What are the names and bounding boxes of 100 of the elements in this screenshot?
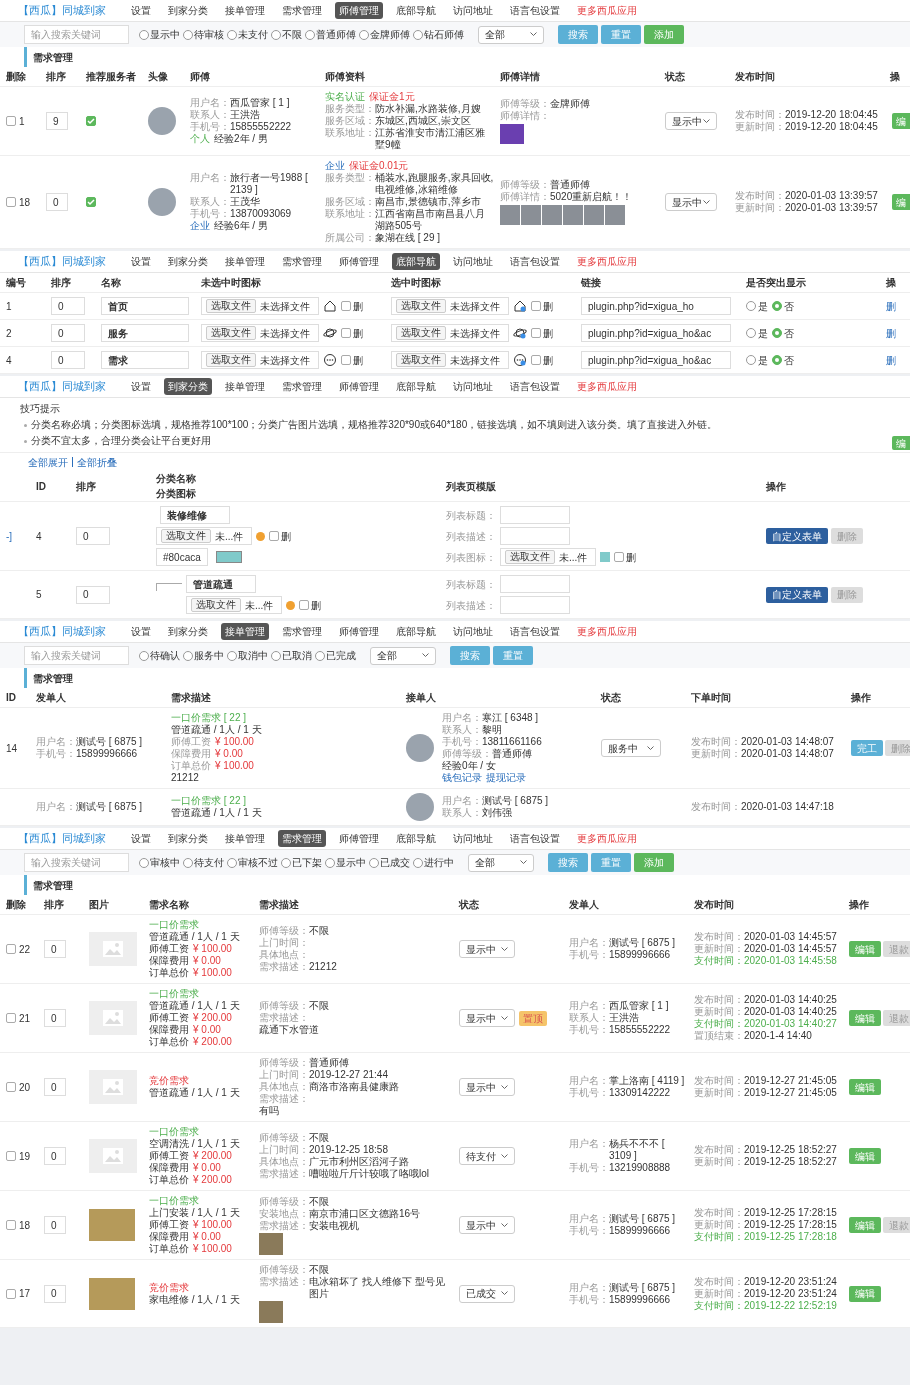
file-field[interactable]: 选取文件 未...件 [186,596,283,614]
radio-button[interactable] [281,857,291,868]
color-field[interactable]: #80caca [156,548,208,566]
radio-button[interactable] [305,29,315,40]
nav-tab[interactable]: 底部导航 [392,378,440,395]
nav-tab[interactable]: 师傅管理 [335,830,383,847]
checkbox[interactable] [86,197,96,207]
sort-field[interactable]: 0 [44,1284,66,1303]
radio-button[interactable] [772,355,782,365]
nav-tab[interactable]: 访问地址 [449,378,497,395]
sort-field[interactable]: 0 [51,324,85,342]
radio-button[interactable] [369,857,379,868]
checkbox[interactable] [6,116,16,126]
nav-tab[interactable]: 访问地址 [449,830,497,847]
file-field[interactable]: 选取文件 未选择文件 [391,351,509,369]
sort-field[interactable]: 0 [44,1147,66,1165]
sort-field[interactable]: 0 [44,940,66,958]
search-field[interactable]: 输入搜索关键词 [24,853,129,872]
nav-tab[interactable]: 设置 [127,830,155,847]
nav-tab[interactable]: 到家分类 [164,623,212,640]
nav-tab[interactable]: 设置 [127,2,155,19]
nav-tab[interactable]: 到家分类 [164,2,212,19]
nav-tab[interactable]: 更多西瓜应用 [573,2,641,19]
radio-button[interactable] [746,355,756,365]
status-dropdown[interactable]: 显示中 [459,1078,515,1096]
delete-link[interactable]: 删 [886,352,896,368]
nav-tab[interactable]: 更多西瓜应用 [573,253,641,270]
choose-file-button[interactable]: 选取文件 [191,598,241,612]
nav-tab[interactable]: 接单管理 [221,830,269,847]
nav-tab[interactable]: 访问地址 [449,253,497,270]
choose-file-button[interactable]: 选取文件 [505,550,555,564]
radio-button[interactable] [746,301,756,311]
choose-file-button[interactable]: 选取文件 [206,353,256,367]
radio-button[interactable] [183,29,193,40]
checkbox[interactable] [299,600,310,610]
nav-tab[interactable]: 更多西瓜应用 [573,830,641,847]
radio-button[interactable] [315,650,325,661]
nav-tab[interactable]: 师傅管理 [335,378,383,395]
choose-file-button[interactable]: 选取文件 [161,529,211,543]
delete-link[interactable]: 删 [886,298,896,314]
record-link[interactable]: 钱包记录 [442,772,482,784]
status-dropdown[interactable]: 服务中 [601,739,661,757]
nav-tab[interactable]: 语言包设置 [506,253,564,270]
radio-button[interactable] [227,29,237,40]
nav-tab[interactable]: 到家分类 [164,830,212,847]
custom-form-button[interactable]: 自定义表单 [766,586,828,603]
nav-tab[interactable]: 设置 [127,253,155,270]
status-dropdown[interactable]: 全部 [478,25,544,44]
nav-tab[interactable]: 访问地址 [449,2,497,19]
color-swatch[interactable] [215,551,242,563]
checkbox[interactable] [6,1082,16,1092]
file-field[interactable]: 选取文件 未选择文件 [391,324,509,342]
status-dropdown[interactable]: 显示中 [459,940,515,958]
choose-file-button[interactable]: 选取文件 [206,326,256,340]
nav-tab[interactable]: 到家分类 [164,253,212,270]
nav-tab[interactable]: 师傅管理 [335,253,383,270]
nav-tab[interactable]: 设置 [127,378,155,395]
input-field[interactable] [500,527,570,545]
choose-file-button[interactable]: 选取文件 [396,353,446,367]
nav-tab[interactable]: 接单管理 [221,623,269,640]
status-dropdown[interactable]: 待支付 [459,1147,515,1165]
radio-button[interactable] [271,29,281,40]
nav-tab[interactable]: 更多西瓜应用 [573,378,641,395]
file-field[interactable]: 选取文件 未...件 [500,548,597,566]
nav-tab[interactable]: 接单管理 [221,253,269,270]
status-dropdown[interactable]: 全部 [370,646,436,665]
radio-button[interactable] [183,857,193,868]
sort-field[interactable]: 0 [51,297,85,315]
nav-tab[interactable]: 底部导航 [392,623,440,640]
radio-button[interactable] [227,650,237,661]
checkbox[interactable] [614,552,625,562]
nav-tab[interactable]: 需求管理 [278,830,326,847]
input-field[interactable] [500,596,570,614]
expand-all-link[interactable]: 全部展开 [28,454,68,470]
checkbox[interactable] [341,328,351,338]
checkbox[interactable] [531,355,541,365]
sort-field[interactable]: 0 [44,1216,66,1234]
category-name-field[interactable]: 装修维修 [160,506,230,524]
checkbox[interactable] [341,355,351,365]
radio-button[interactable] [139,650,149,661]
radio-button[interactable] [183,650,193,661]
name-field[interactable]: 需求 [101,351,189,369]
checkbox[interactable] [6,1013,16,1023]
nav-tab[interactable]: 底部导航 [392,830,440,847]
radio-button[interactable] [139,857,149,868]
file-field[interactable]: 选取文件 未选择文件 [201,297,319,315]
nav-tab[interactable]: 底部导航 [392,253,440,270]
checkbox[interactable] [531,328,541,338]
checkbox[interactable] [6,197,16,207]
radio-button[interactable] [271,650,281,661]
nav-tab[interactable]: 底部导航 [392,2,440,19]
nav-tab[interactable]: 语言包设置 [506,623,564,640]
sort-field[interactable]: 0 [46,193,68,211]
sort-field[interactable]: 0 [76,527,110,545]
checkbox[interactable] [6,1151,16,1161]
sort-field[interactable]: 0 [44,1009,66,1027]
collapse-toggle[interactable]: -] [6,528,13,544]
name-field[interactable]: 服务 [101,324,189,342]
link-field[interactable]: plugin.php?id=xigua_ho [581,297,731,315]
sort-field[interactable]: 0 [51,351,85,369]
